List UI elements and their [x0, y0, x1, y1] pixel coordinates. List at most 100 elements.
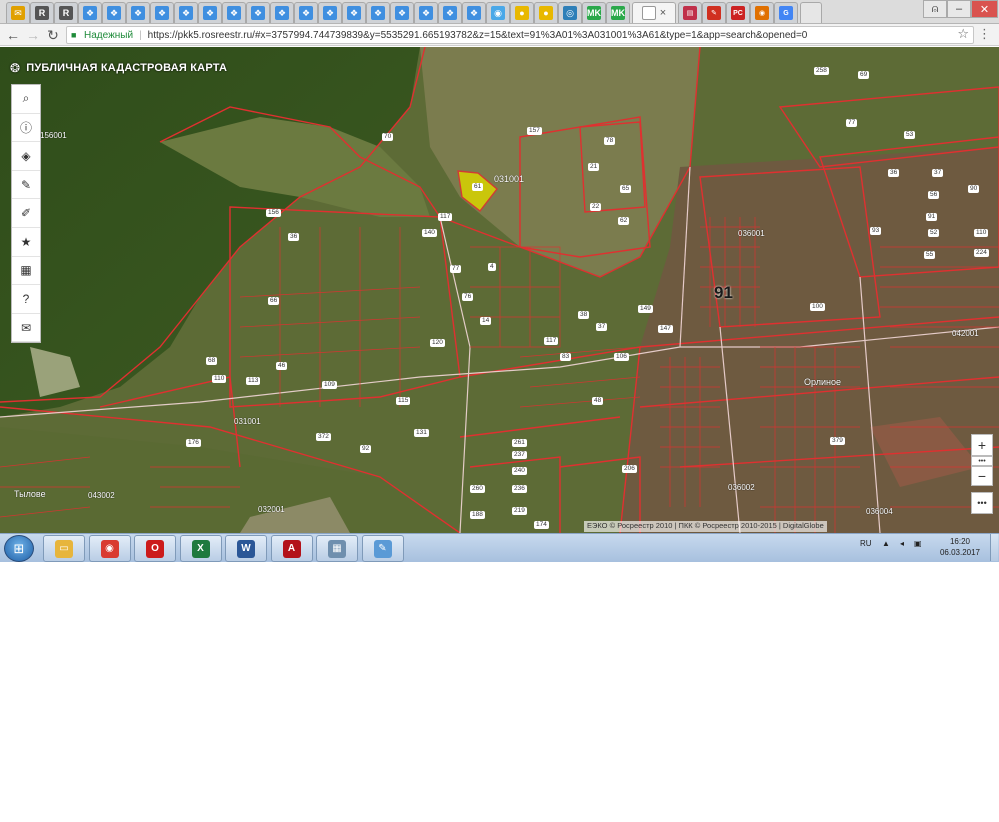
parcel-number[interactable]: 55	[924, 251, 936, 259]
browser-tab[interactable]: ❖	[174, 2, 198, 23]
address-bar[interactable]: ■ Надежный | https://pkk5.rosreestr.ru/#…	[66, 26, 974, 44]
parcel-number[interactable]: 176	[186, 439, 201, 447]
browser-tab[interactable]: ❖	[270, 2, 294, 23]
browser-tab[interactable]: ❖	[318, 2, 342, 23]
parcel-number[interactable]: 140	[422, 229, 437, 237]
browser-tab[interactable]: R	[30, 2, 54, 23]
more-options-button[interactable]: •••	[971, 492, 993, 514]
parcel-number[interactable]: 37	[932, 169, 944, 177]
parcel-number[interactable]: 110	[212, 375, 227, 383]
parcel-number[interactable]: 69	[858, 71, 870, 79]
parcel-number[interactable]: 68	[206, 357, 218, 365]
system-clock[interactable]: 16:20 06.03.2017	[938, 536, 982, 558]
search-icon[interactable]: ⌕	[12, 85, 40, 114]
close-tab-icon[interactable]: ×	[660, 7, 666, 19]
browser-tab[interactable]: MK	[582, 2, 606, 23]
bookmark-star-icon[interactable]: ☆	[957, 26, 969, 42]
parcel-number[interactable]: 36	[288, 233, 300, 241]
show-hidden-icons-icon[interactable]: ▲	[882, 539, 890, 548]
parcel-number[interactable]: 260	[470, 485, 485, 493]
parcel-number[interactable]: 219	[512, 507, 527, 515]
browser-tab[interactable]: ❖	[222, 2, 246, 23]
minimize-button[interactable]: –	[947, 0, 971, 18]
browser-tab[interactable]: ❖	[198, 2, 222, 23]
language-indicator[interactable]: RU	[860, 539, 872, 548]
zoom-in-button[interactable]: +	[971, 434, 993, 456]
parcel-number[interactable]: 4	[488, 263, 496, 271]
star-icon[interactable]: ★	[12, 228, 40, 257]
parcel-number[interactable]: 78	[604, 137, 616, 145]
taskbar-app[interactable]: W	[225, 535, 267, 562]
parcel-number[interactable]: 379	[830, 437, 845, 445]
browser-tab[interactable]: G	[774, 2, 798, 23]
taskbar-app[interactable]: ◉	[88, 535, 131, 562]
parcel-number[interactable]: 117	[438, 213, 453, 221]
parcel-number[interactable]: 149	[638, 305, 653, 313]
parcel-number[interactable]: 14	[480, 317, 492, 325]
browser-tab[interactable]: ❖	[342, 2, 366, 23]
browser-tab[interactable]: ▤	[678, 2, 702, 23]
taskbar-app[interactable]: ▦	[316, 535, 358, 562]
help-icon[interactable]: ?	[12, 285, 40, 314]
active-browser-tab[interactable]: ×	[632, 2, 676, 23]
start-button[interactable]: ⊞	[4, 535, 34, 562]
parcel-number[interactable]: 22	[590, 203, 602, 211]
parcel-number[interactable]: 372	[316, 433, 331, 441]
parcel-number[interactable]: 236	[512, 485, 527, 493]
browser-tab[interactable]: ●	[510, 2, 534, 23]
parcel-number[interactable]: 188	[470, 511, 485, 519]
parcel-number[interactable]: 61	[472, 183, 484, 191]
parcel-number[interactable]: 157	[527, 127, 542, 135]
reload-icon[interactable]: ↻	[44, 26, 62, 44]
close-window-button[interactable]: ✕	[971, 0, 998, 18]
browser-tab[interactable]: ❖	[102, 2, 126, 23]
browser-tab[interactable]: ❖	[294, 2, 318, 23]
browser-tab[interactable]: ❖	[462, 2, 486, 23]
parcel-number[interactable]: 48	[592, 397, 604, 405]
network-icon[interactable]: ▣	[914, 539, 922, 548]
parcel-number[interactable]: 76	[462, 293, 474, 301]
parcel-number[interactable]: 110	[974, 229, 989, 237]
browser-tab[interactable]: ❖	[78, 2, 102, 23]
taskbar-app[interactable]: O	[134, 535, 176, 562]
parcel-number[interactable]: 237	[512, 451, 527, 459]
zoom-out-button[interactable]: −	[971, 466, 993, 486]
browser-tab[interactable]: R	[54, 2, 78, 23]
parcel-number[interactable]: 113	[246, 377, 261, 385]
parcel-number[interactable]: 261	[512, 439, 527, 447]
parcel-number[interactable]: 83	[560, 353, 572, 361]
taskbar-app[interactable]: A	[270, 535, 313, 562]
volume-icon[interactable]: ◂	[900, 539, 904, 548]
parcel-number[interactable]: 117	[544, 337, 559, 345]
browser-tab[interactable]: ❖	[414, 2, 438, 23]
parcel-number[interactable]: 37	[596, 323, 608, 331]
parcel-number[interactable]: 65	[620, 185, 632, 193]
browser-tab[interactable]: ◉	[486, 2, 510, 23]
browser-menu-icon[interactable]: ⋮	[978, 26, 991, 42]
parcel-number[interactable]: 131	[414, 429, 429, 437]
parcel-number[interactable]: 109	[322, 381, 337, 389]
browser-tab[interactable]: ◉	[750, 2, 774, 23]
browser-tab[interactable]: ✎	[702, 2, 726, 23]
parcel-number[interactable]: 147	[658, 325, 673, 333]
parcel-number[interactable]: 38	[578, 311, 590, 319]
browser-tab[interactable]: ❖	[126, 2, 150, 23]
browser-tab[interactable]: ◎	[558, 2, 582, 23]
new-tab-button[interactable]	[800, 2, 822, 23]
parcel-number[interactable]: 174	[534, 521, 549, 529]
parcel-number[interactable]: 224	[974, 249, 989, 257]
taskbar-app[interactable]: ▭	[43, 535, 85, 562]
parcel-number[interactable]: 77	[450, 265, 462, 273]
back-icon[interactable]: ←	[4, 26, 22, 44]
browser-tab[interactable]: ✉	[6, 2, 30, 23]
parcel-number[interactable]: 258	[814, 67, 829, 75]
parcel-number[interactable]: 240	[512, 467, 527, 475]
info-icon[interactable]: ⓘ	[12, 114, 40, 143]
parcel-number[interactable]: 53	[904, 131, 916, 139]
parcel-number[interactable]: 56	[928, 191, 940, 199]
browser-tab[interactable]: ❖	[366, 2, 390, 23]
parcel-number[interactable]: 206	[622, 465, 637, 473]
parcel-number[interactable]: 100	[810, 303, 825, 311]
measure-icon[interactable]: ✐	[12, 199, 40, 228]
browser-tab[interactable]: ●	[534, 2, 558, 23]
